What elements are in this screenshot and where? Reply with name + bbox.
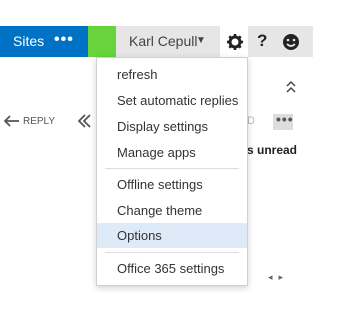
reply-all-icon[interactable] (78, 113, 96, 129)
menu-item-label: refresh (117, 67, 158, 82)
feedback-button[interactable] (276, 26, 313, 57)
help-icon: ? (257, 31, 268, 50)
menu-item-label: Offline settings (117, 177, 203, 192)
suite-bar: Sites ••• Karl Cepull ▼ ? (0, 0, 347, 57)
menu-item-offline-settings[interactable]: Offline settings (97, 172, 247, 197)
toolbar-more-button[interactable]: ••• (273, 111, 294, 130)
toolbar-partial-label: D (247, 115, 255, 127)
settings-menu: refresh Set automatic replies Display se… (96, 57, 248, 286)
sites-label: Sites (13, 33, 45, 49)
menu-divider (105, 168, 239, 169)
chevron-down-icon: ▼ (196, 35, 206, 46)
menu-item-label: Options (117, 228, 162, 243)
menu-item-refresh[interactable]: refresh (97, 62, 247, 87)
smile-icon (283, 34, 299, 50)
menu-item-office-365-settings[interactable]: Office 365 settings (97, 256, 247, 281)
more-icon: ••• (276, 111, 294, 127)
unread-count-text: s unread (247, 143, 298, 157)
settings-button[interactable] (220, 26, 250, 57)
menu-item-set-automatic-replies[interactable]: Set automatic replies (97, 88, 247, 113)
app-tile[interactable] (88, 26, 116, 57)
reply-icon (4, 115, 19, 127)
menu-item-manage-apps[interactable]: Manage apps (97, 140, 247, 165)
menu-item-label: Change theme (117, 203, 203, 218)
gear-icon (227, 34, 243, 50)
user-menu-button[interactable]: Karl Cepull ▼ (116, 26, 221, 57)
collapse-icon[interactable] (285, 80, 297, 94)
pager-arrows[interactable]: ◂▸ (268, 272, 289, 283)
help-button[interactable]: ? (248, 26, 278, 57)
menu-item-change-theme[interactable]: Change theme (97, 198, 247, 223)
reply-button[interactable]: REPLY (23, 116, 55, 127)
menu-item-label: Display settings (117, 119, 209, 134)
menu-item-display-settings[interactable]: Display settings (97, 114, 247, 139)
user-name: Karl Cepull (129, 33, 198, 49)
sites-more-button[interactable]: ••• (54, 31, 74, 49)
menu-item-label: Set automatic replies (117, 93, 239, 108)
menu-item-options[interactable]: Options (97, 223, 247, 248)
menu-item-label: Manage apps (117, 145, 196, 160)
sites-button[interactable]: Sites ••• (0, 26, 88, 57)
menu-item-label: Office 365 settings (117, 261, 225, 276)
menu-divider (105, 252, 239, 253)
